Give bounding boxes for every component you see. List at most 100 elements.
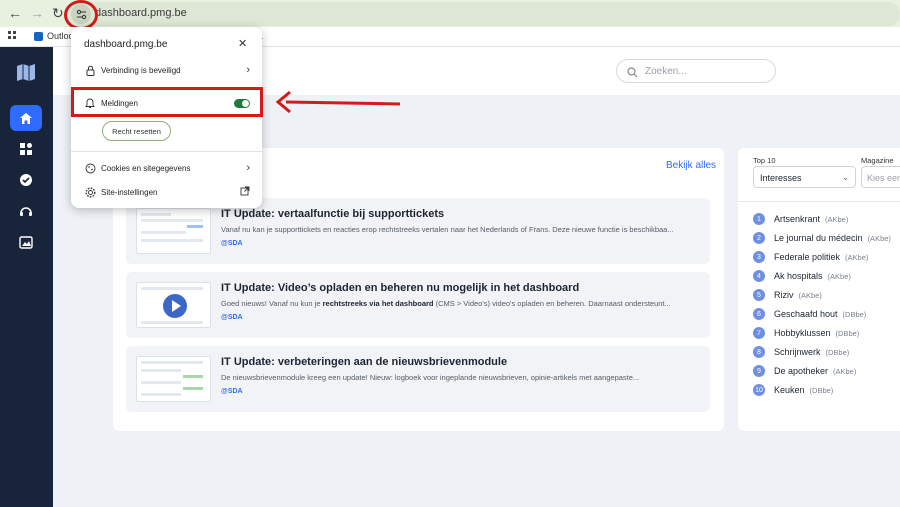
secure-label: Verbinding is beveiligd bbox=[101, 65, 181, 75]
magazine-label: Magazine bbox=[861, 156, 894, 165]
top10-item-name: Artsenkrant bbox=[774, 214, 821, 224]
top10-item-name: Keuken bbox=[774, 385, 805, 395]
annotation-box bbox=[71, 87, 263, 117]
top10-item[interactable]: 1 Artsenkrant (AKbe) bbox=[753, 212, 848, 226]
news-thumbnail bbox=[136, 208, 211, 254]
rank-badge: 5 bbox=[753, 289, 765, 301]
top10-item[interactable]: 2 Le journal du médecin (AKbe) bbox=[753, 231, 891, 245]
top10-item-source: (AKbe) bbox=[798, 290, 822, 300]
top10-item-name: Riziv bbox=[774, 290, 794, 300]
top10-item-source: (DBbe) bbox=[842, 309, 867, 319]
browser-toolbar: ← → ↻ dashboard.pmg.be bbox=[0, 0, 900, 30]
news-desc: Goed nieuws! Vanaf nu kun je rechtstreek… bbox=[221, 299, 671, 308]
rank-badge: 6 bbox=[753, 308, 765, 320]
rank-badge: 4 bbox=[753, 270, 765, 282]
cookie-icon bbox=[84, 162, 96, 174]
top10-item-source: (AKbe) bbox=[827, 271, 851, 281]
rank-badge: 1 bbox=[753, 213, 765, 225]
url-text[interactable]: dashboard.pmg.be bbox=[95, 7, 187, 19]
chevron-right-icon: › bbox=[246, 64, 250, 76]
cookies-row[interactable]: Cookies en sitegegevens › bbox=[84, 161, 250, 175]
search-input[interactable]: Zoeken... bbox=[616, 59, 776, 83]
top10-item[interactable]: 9 De apotheker (AKbe) bbox=[753, 364, 856, 378]
site-info-popup: dashboard.pmg.be ✕ Verbinding is beveili… bbox=[71, 27, 262, 208]
support-icon[interactable] bbox=[10, 198, 42, 224]
dashboard-icon[interactable] bbox=[10, 136, 42, 162]
site-settings-label: Site-instellingen bbox=[101, 187, 158, 197]
rank-badge: 10 bbox=[753, 384, 765, 396]
news-item[interactable]: IT Update: verbeteringen aan de nieuwsbr… bbox=[126, 346, 710, 412]
top10-item[interactable]: 8 Schrijnwerk (DBbe) bbox=[753, 345, 849, 359]
top10-item-source: (DBbe) bbox=[809, 385, 834, 395]
reset-permission-button[interactable]: Recht resetten bbox=[102, 121, 171, 141]
see-all-link[interactable]: Bekijk alles bbox=[666, 160, 716, 171]
rank-badge: 2 bbox=[753, 232, 765, 244]
logo-icon[interactable] bbox=[10, 59, 42, 85]
lock-icon bbox=[84, 64, 96, 76]
search-placeholder: Zoeken... bbox=[645, 66, 687, 77]
app-sidebar bbox=[0, 47, 53, 507]
rank-badge: 8 bbox=[753, 346, 765, 358]
rank-badge: 9 bbox=[753, 365, 765, 377]
news-item[interactable]: IT Update: Video’s opladen en beheren nu… bbox=[126, 272, 710, 338]
apps-grid-icon[interactable] bbox=[8, 31, 17, 40]
media-icon[interactable] bbox=[10, 229, 42, 255]
reload-icon[interactable]: ↻ bbox=[52, 5, 64, 22]
rank-badge: 3 bbox=[753, 251, 765, 263]
news-title[interactable]: IT Update: vertaalfunctie bij supporttic… bbox=[221, 208, 444, 220]
external-link-icon bbox=[240, 186, 250, 199]
top10-item-name: Le journal du médecin bbox=[774, 233, 863, 243]
top10-item-name: Federale politiek bbox=[774, 252, 841, 262]
top10-item-source: (DBbe) bbox=[835, 328, 860, 338]
news-desc: Vanaf nu kan je supporttickets en reacti… bbox=[221, 225, 674, 234]
top10-item-name: Schrijnwerk bbox=[774, 347, 821, 357]
news-tag: @SDA bbox=[221, 314, 243, 321]
home-icon[interactable] bbox=[10, 105, 42, 131]
close-icon[interactable]: ✕ bbox=[238, 37, 247, 50]
verified-icon[interactable] bbox=[10, 167, 42, 193]
top10-item-source: (AKbe) bbox=[825, 214, 849, 224]
cookies-label: Cookies en sitegegevens bbox=[101, 163, 191, 173]
top10-item-name: Hobbyklussen bbox=[774, 328, 831, 338]
magazine-placeholder: Kies een bbox=[867, 173, 900, 183]
category-select[interactable]: Interesses ⌄ bbox=[753, 166, 856, 188]
top10-item-source: (AKbe) bbox=[867, 233, 891, 243]
top10-item[interactable]: 5 Riziv (AKbe) bbox=[753, 288, 822, 302]
category-value: Interesses bbox=[760, 173, 802, 183]
top10-item[interactable]: 3 Federale politiek (AKbe) bbox=[753, 250, 868, 264]
top10-item[interactable]: 7 Hobbyklussen (DBbe) bbox=[753, 326, 859, 340]
gear-icon bbox=[84, 186, 96, 198]
news-thumbnail bbox=[136, 356, 211, 402]
divider bbox=[71, 151, 262, 152]
annotation-arrow-icon bbox=[276, 90, 401, 114]
site-settings-row[interactable]: Site-instellingen bbox=[84, 185, 250, 199]
top10-item-name: De apotheker bbox=[774, 366, 829, 376]
outlook-icon bbox=[34, 31, 43, 41]
top10-label: Top 10 bbox=[753, 156, 776, 165]
chevron-down-icon: ⌄ bbox=[842, 173, 849, 182]
magazine-select[interactable]: Kies een bbox=[861, 166, 900, 188]
news-tag: @SDA bbox=[221, 240, 243, 247]
annotation-circle bbox=[64, 0, 98, 30]
popup-domain: dashboard.pmg.be bbox=[84, 39, 168, 50]
back-icon[interactable]: ← bbox=[8, 5, 22, 21]
forward-icon[interactable]: → bbox=[30, 5, 44, 21]
news-thumbnail bbox=[136, 282, 211, 328]
play-icon bbox=[163, 294, 187, 318]
divider bbox=[738, 201, 900, 202]
news-title[interactable]: IT Update: Video’s opladen en beheren nu… bbox=[221, 282, 579, 294]
top10-item[interactable]: 6 Geschaafd hout (DBbe) bbox=[753, 307, 866, 321]
secure-connection-row[interactable]: Verbinding is beveiligd › bbox=[84, 63, 250, 77]
news-tag: @SDA bbox=[221, 388, 243, 395]
top10-item[interactable]: 10 Keuken (DBbe) bbox=[753, 383, 833, 397]
top10-item[interactable]: 4 Ak hospitals (AKbe) bbox=[753, 269, 851, 283]
top10-item-name: Geschaafd hout bbox=[774, 309, 838, 319]
address-bar[interactable] bbox=[64, 2, 900, 26]
rank-badge: 7 bbox=[753, 327, 765, 339]
news-title[interactable]: IT Update: verbeteringen aan de nieuwsbr… bbox=[221, 356, 507, 368]
chevron-right-icon: › bbox=[246, 162, 250, 174]
top10-item-source: (AKbe) bbox=[845, 252, 869, 262]
news-desc: De nieuwsbrievenmodule kreeg een update!… bbox=[221, 373, 640, 382]
top10-item-source: (DBbe) bbox=[825, 347, 850, 357]
top10-item-name: Ak hospitals bbox=[774, 271, 823, 281]
